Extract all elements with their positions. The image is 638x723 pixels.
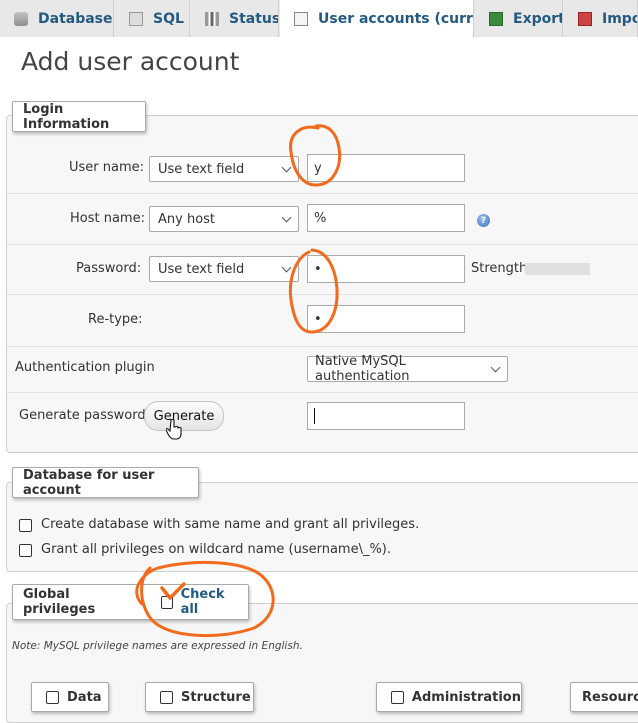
user-name-label: User name:: [69, 160, 145, 175]
host-name-type-select[interactable]: Any host: [149, 206, 299, 232]
host-name-input[interactable]: %: [307, 204, 465, 232]
login-information-legend: Login Information: [12, 101, 146, 132]
retype-password-input[interactable]: •: [307, 305, 465, 333]
import-icon: [578, 11, 592, 26]
authentication-plugin-label: Authentication plugin: [15, 360, 155, 375]
generate-password-label: Generate password:: [19, 408, 150, 423]
database-icon: [14, 11, 28, 26]
user-accounts-icon: [294, 11, 308, 26]
authentication-plugin-select[interactable]: Native MySQL authentication: [307, 354, 508, 384]
tab-sql[interactable]: SQL: [115, 0, 190, 37]
administration-group-label: Administration: [411, 689, 521, 705]
row-divider: [7, 392, 638, 393]
user-name-type-value: Use text field: [158, 161, 245, 177]
password-label: Password:: [76, 261, 142, 276]
export-icon: [489, 11, 503, 26]
page-title: Add user account: [21, 47, 240, 76]
tab-import-label: Import: [602, 10, 637, 27]
password-type-select[interactable]: Use text field: [149, 256, 299, 282]
tab-status[interactable]: Status: [191, 0, 279, 37]
privilege-note: Note: MySQL privilege names are expresse…: [12, 640, 303, 652]
database-legend: Database for user account: [12, 467, 199, 498]
create-database-label: Create database with same name and grant…: [41, 517, 420, 532]
grant-wildcard-label: Grant all privileges on wildcard name (u…: [41, 542, 392, 557]
check-all-checkbox[interactable]: [161, 595, 173, 609]
strength-label: Strength:: [471, 261, 532, 276]
row-divider: [7, 294, 638, 295]
hand-cursor-icon: [166, 418, 182, 440]
tab-user-accounts[interactable]: User accounts (current): [280, 0, 474, 38]
tab-databases-label: Databases: [38, 10, 114, 27]
grant-wildcard-checkbox[interactable]: [19, 544, 32, 557]
structure-group-checkbox[interactable]: [160, 690, 173, 704]
generated-password-input[interactable]: [307, 402, 465, 430]
authentication-plugin-value: Native MySQL authentication: [315, 354, 410, 384]
tab-export[interactable]: Export: [475, 0, 563, 37]
sql-icon: [129, 11, 143, 26]
structure-group-label: Structure: [181, 689, 251, 705]
retype-label: Re-type:: [88, 312, 143, 327]
check-all-label[interactable]: Check all: [181, 587, 238, 617]
data-group-label: Data: [67, 689, 102, 705]
top-tab-bar: Databases SQL Status User accounts (curr…: [0, 0, 638, 38]
administration-group-checkbox[interactable]: [391, 690, 404, 704]
tab-user-accounts-label: User accounts (current): [318, 10, 473, 27]
tab-databases[interactable]: Databases: [0, 0, 114, 37]
resource-group-label: Resource: [582, 689, 638, 705]
tab-import[interactable]: Import: [564, 0, 638, 37]
tab-status-label: Status: [229, 10, 279, 27]
text-caret: [314, 408, 315, 424]
host-name-type-value: Any host: [158, 211, 216, 227]
user-name-type-select[interactable]: Use text field: [149, 156, 299, 182]
generate-button[interactable]: Generate: [144, 401, 224, 431]
chevron-down-icon: [281, 162, 292, 173]
user-name-input[interactable]: y: [307, 154, 465, 182]
chevron-down-icon: [281, 262, 292, 273]
password-input[interactable]: •: [307, 255, 465, 283]
data-group-checkbox[interactable]: [46, 690, 59, 704]
row-divider: [7, 244, 638, 245]
create-database-checkbox[interactable]: [19, 519, 32, 532]
chevron-down-icon: [281, 212, 292, 223]
global-privileges-title: Global privileges: [23, 587, 96, 617]
row-divider: [7, 346, 638, 347]
tab-sql-label: SQL: [153, 10, 184, 27]
password-type-value: Use text field: [158, 261, 245, 277]
status-icon: [205, 11, 219, 26]
global-privileges-legend: Global privileges Check all: [12, 584, 249, 620]
tab-export-label: Export: [513, 10, 563, 27]
help-icon[interactable]: ?: [477, 214, 490, 227]
password-strength-meter: [525, 263, 590, 275]
row-divider: [7, 193, 638, 194]
host-name-label: Host name:: [70, 211, 145, 226]
